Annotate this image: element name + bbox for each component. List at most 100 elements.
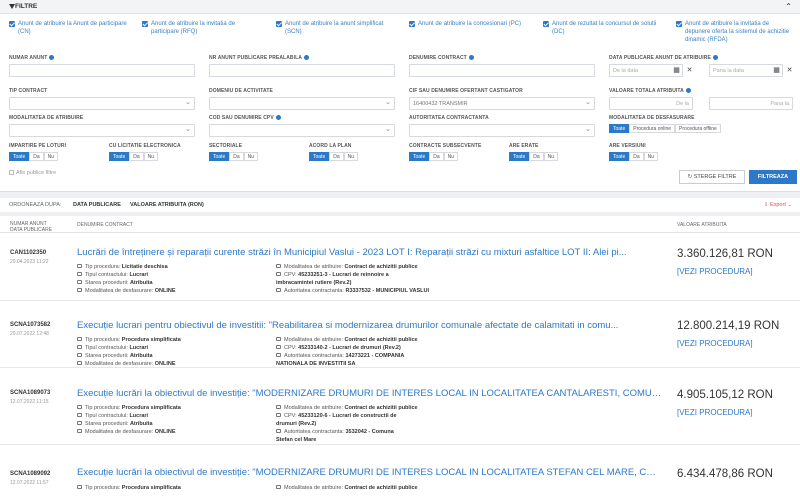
contract-title-link[interactable]: Execuție lucrari pentru obiectivul de in… <box>77 320 663 331</box>
modalitatea-atribuire-select[interactable] <box>9 124 195 137</box>
erate-toate[interactable]: Toate <box>509 152 530 161</box>
acord-da[interactable]: Da <box>329 152 344 161</box>
loturi-toate[interactable]: Toate <box>9 152 30 161</box>
cif-ofertant-select[interactable]: 16400432 TRANSMIR <box>409 97 595 110</box>
view-procedure-link[interactable]: [VEZI PROCEDURA] <box>677 339 753 348</box>
licitatie-toggle: Toate Da Nu <box>109 152 159 161</box>
detail-mod-atr: Modalitatea de atribuire: Contract de ac… <box>276 405 418 411</box>
acord-toate[interactable]: Toate <box>309 152 330 161</box>
show-public-checkbox[interactable]: Afis publice filtre <box>9 170 56 176</box>
licitatie-nu[interactable]: Nu <box>143 152 159 161</box>
sort-by-value[interactable]: VALOARE ATRIBUITA (RON) <box>130 202 204 208</box>
detail-tip-contract: Tipul contractului: Lucrari <box>77 413 148 419</box>
checkbox-rfq[interactable]: Anunt de atribuire la invitatia de parti… <box>142 20 260 36</box>
checkbox-checked-icon <box>676 21 682 27</box>
sectoriale-toate[interactable]: Toate <box>209 152 230 161</box>
apply-filters-button[interactable]: FILTREAZA <box>749 170 797 184</box>
versiuni-da[interactable]: Da <box>629 152 644 161</box>
checkbox-pc[interactable]: Anunt de atribuire la concesionari (PC) <box>409 20 527 28</box>
desfasurare-online[interactable]: Procedura online <box>629 124 676 133</box>
sort-label: ORDONEAZA DUPA: <box>9 202 62 208</box>
info-icon <box>468 55 474 60</box>
tip-contract-select[interactable] <box>9 97 195 110</box>
detail-mod-atr: Modalitatea de atribuire: Contract de ac… <box>276 264 418 270</box>
numar-anunt-input[interactable] <box>9 64 195 77</box>
subsecvente-toate[interactable]: Toate <box>409 152 430 161</box>
desfasurare-offline[interactable]: Procedura offline <box>675 124 721 133</box>
loturi-da[interactable]: Da <box>29 152 44 161</box>
cod-cpv-select[interactable] <box>209 124 395 137</box>
detail-tip-procedura: Tip procedura: Procedura simplificata <box>77 405 181 411</box>
export-button[interactable]: ⇩ Export ⌄ <box>764 202 792 208</box>
acord-toggle: Toate Da Nu <box>309 152 359 161</box>
checkbox-dc[interactable]: Anunt de rezultat la concursul de soluti… <box>543 20 661 36</box>
status-icon <box>77 353 82 357</box>
sort-bar: ORDONEAZA DUPA: DATA PUBLICARE VALOARE A… <box>0 198 800 212</box>
detail-stare: Starea procedurii: Atribuita <box>77 421 153 427</box>
sectoriale-nu[interactable]: Nu <box>243 152 259 161</box>
filter-panel: FILTRE ⌃ Anunt de atribuire la Anunt de … <box>0 0 800 192</box>
view-procedure-link[interactable]: [VEZI PROCEDURA] <box>677 408 753 417</box>
contract-title-link[interactable]: Lucrări de întreținere și reparații cure… <box>77 247 663 258</box>
sort-by-date[interactable]: DATA PUBLICARE <box>73 202 121 208</box>
cpv-icon <box>276 272 281 276</box>
detail-tip-procedura: Tip procedura: Licitatie deschisa <box>77 264 168 270</box>
domeniu-activitate-select[interactable] <box>209 97 395 110</box>
clear-filters-button[interactable]: ↻ STERGE FILTRE <box>679 170 745 184</box>
autoritatea-select[interactable] <box>409 124 595 137</box>
filter-header[interactable]: FILTRE ⌃ <box>0 0 800 14</box>
denumire-contract-input[interactable] <box>409 64 595 77</box>
checkbox-scn[interactable]: Anunt de atribuire la anunt simplificat … <box>276 20 394 36</box>
notice-code[interactable]: SCNA1089073 <box>10 390 50 396</box>
notice-code[interactable]: CAN1102350 <box>10 250 46 256</box>
subsecvente-nu[interactable]: Nu <box>443 152 459 161</box>
valoare-de-la-input[interactable]: De la <box>609 97 693 110</box>
erate-nu[interactable]: Nu <box>543 152 559 161</box>
acord-nu[interactable]: Nu <box>343 152 359 161</box>
contract-icon <box>77 272 82 276</box>
checkbox-checked-icon <box>276 21 282 27</box>
checkbox-unchecked-icon <box>9 170 14 175</box>
subsecvente-da[interactable]: Da <box>429 152 444 161</box>
clear-icon[interactable]: ✕ <box>784 65 795 76</box>
versiuni-nu[interactable]: Nu <box>643 152 659 161</box>
checkbox-rfda[interactable]: Anunt de atribuire la invitatia de depun… <box>676 20 794 44</box>
sectoriale-da[interactable]: Da <box>229 152 244 161</box>
label-data-publicare: DATA PUBLICARE ANUNT DE ATRIBUIRE <box>609 55 718 61</box>
status-icon <box>77 421 82 425</box>
calendar-icon[interactable]: ▦ <box>771 65 782 76</box>
label-domeniu-activitate: DOMENIU DE ACTIVITATE <box>209 88 273 94</box>
detail-mod-desf: Modalitatea de desfasurare: ONLINE <box>77 288 176 294</box>
calendar-icon[interactable]: ▦ <box>671 65 682 76</box>
loturi-nu[interactable]: Nu <box>43 152 59 161</box>
authority-icon <box>276 429 281 433</box>
checkbox-cn[interactable]: Anunt de atribuire la Anunt de participa… <box>9 20 127 36</box>
versiuni-toggle: Toate Da Nu <box>609 152 659 161</box>
label-sectoriale: SECTORIALE <box>209 143 243 149</box>
desfasurare-toate[interactable]: Toate <box>609 124 630 133</box>
notice-code[interactable]: SCNA1073582 <box>10 322 50 328</box>
notice-code[interactable]: SCNA1089092 <box>10 471 50 477</box>
contract-title-link[interactable]: Execuție lucrări la obiectivul de invest… <box>77 388 663 399</box>
chevron-up-icon[interactable]: ⌃ <box>785 2 792 11</box>
erate-toggle: Toate Da Nu <box>509 152 559 161</box>
authority-icon <box>276 353 281 357</box>
notice-date: 12.07.2022 11:15 <box>10 399 49 405</box>
view-procedure-link[interactable]: [VEZI PROCEDURA] <box>677 267 753 276</box>
info-icon <box>49 55 55 60</box>
licitatie-toate[interactable]: Toate <box>109 152 130 161</box>
licitatie-da[interactable]: Da <box>129 152 144 161</box>
procedure-icon <box>77 405 82 409</box>
erate-da[interactable]: Da <box>529 152 544 161</box>
versiuni-toate[interactable]: Toate <box>609 152 630 161</box>
clear-icon[interactable]: ✕ <box>684 65 695 76</box>
checkbox-checked-icon <box>543 21 549 27</box>
info-icon <box>304 55 309 60</box>
loturi-toggle: Toate Da Nu <box>9 152 59 161</box>
valoare-pana-la-input[interactable]: Pana la <box>709 97 793 110</box>
label-impartire-loturi: IMPARTIRE PE LOTURI <box>9 143 67 149</box>
contract-title-link[interactable]: Execuție lucrări la obiectivul de invest… <box>77 467 663 478</box>
col-header-nr[interactable]: NUMAR ANUNT DATA PUBLICARE <box>10 221 52 233</box>
nr-prealabil-input[interactable] <box>209 64 395 77</box>
label-are-erate: ARE ERATE <box>509 143 539 149</box>
